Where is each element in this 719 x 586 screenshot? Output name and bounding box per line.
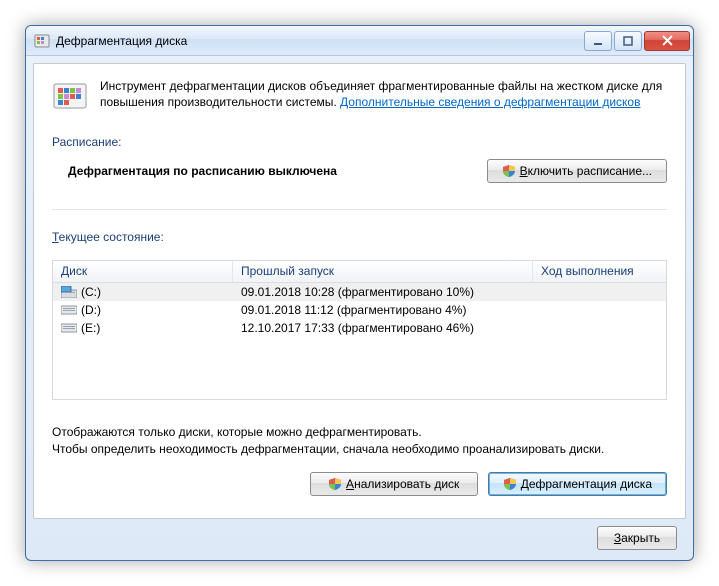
- disk-cell: (C:): [61, 285, 225, 299]
- table-row[interactable]: (E:) 12.10.2017 17:33 (фрагментировано 46…: [53, 319, 666, 337]
- drive-icon: [61, 286, 77, 298]
- disk-name: (D:): [81, 303, 101, 317]
- enable-schedule-label: Включить расписание...: [520, 164, 652, 178]
- divider: [52, 209, 667, 210]
- shield-icon: [502, 164, 516, 178]
- defrag-icon: [52, 78, 88, 117]
- close-window-button[interactable]: [644, 31, 690, 51]
- disk-cell: (D:): [61, 303, 225, 317]
- learn-more-link[interactable]: Дополнительные сведения о дефрагментации…: [340, 95, 640, 109]
- disk-name: (E:): [81, 321, 100, 335]
- window-controls: [584, 31, 690, 51]
- disk-table: Диск Прошлый запуск Ход выполнения (C:) 0…: [52, 260, 667, 400]
- disk-last-run: 09.01.2018 11:12 (фрагментировано 4%): [233, 303, 533, 317]
- schedule-status: Дефрагментация по расписанию выключена: [52, 164, 337, 178]
- disk-last-run: 12.10.2017 17:33 (фрагментировано 46%): [233, 321, 533, 335]
- column-progress[interactable]: Ход выполнения: [533, 261, 666, 282]
- footer: Закрыть: [26, 526, 693, 560]
- window-title: Дефрагментация диска: [56, 34, 584, 48]
- column-disk[interactable]: Диск: [53, 261, 233, 282]
- action-buttons: Анализировать диск Дефрагментация диска: [52, 472, 667, 496]
- titlebar[interactable]: Дефрагментация диска: [26, 26, 693, 56]
- shield-icon: [328, 477, 342, 491]
- defrag-label: Дефрагментация диска: [521, 477, 652, 491]
- defrag-button[interactable]: Дефрагментация диска: [488, 472, 667, 496]
- close-label: Закрыть: [614, 531, 660, 545]
- help-line-1: Отображаются только диски, которые можно…: [52, 424, 667, 441]
- close-button[interactable]: Закрыть: [597, 526, 677, 550]
- defrag-window: Дефрагментация диска: [25, 25, 694, 561]
- analyze-label: Анализировать диск: [346, 477, 459, 491]
- table-body: (C:) 09.01.2018 10:28 (фрагментировано 10…: [53, 283, 666, 337]
- shield-icon: [503, 477, 517, 491]
- table-row[interactable]: (D:) 09.01.2018 11:12 (фрагментировано 4%…: [53, 301, 666, 319]
- disk-cell: (E:): [61, 321, 225, 335]
- schedule-label: Расписание:: [52, 135, 667, 149]
- minimize-button[interactable]: [584, 31, 612, 51]
- maximize-button[interactable]: [614, 31, 642, 51]
- column-last-run[interactable]: Прошлый запуск: [233, 261, 533, 282]
- app-icon: [34, 33, 50, 49]
- disk-last-run: 09.01.2018 10:28 (фрагментировано 10%): [233, 285, 533, 299]
- analyze-button[interactable]: Анализировать диск: [310, 472, 478, 496]
- table-header: Диск Прошлый запуск Ход выполнения: [53, 261, 666, 283]
- current-state-label: Текущее состояние:: [52, 230, 667, 244]
- schedule-row: Дефрагментация по расписанию выключена В…: [52, 159, 667, 183]
- disk-name: (C:): [81, 285, 101, 299]
- intro-section: Инструмент дефрагментации дисков объедин…: [52, 78, 667, 117]
- enable-schedule-button[interactable]: Включить расписание...: [487, 159, 667, 183]
- client-area: Инструмент дефрагментации дисков объедин…: [33, 63, 686, 519]
- drive-icon: [61, 304, 77, 316]
- help-text: Отображаются только диски, которые можно…: [52, 424, 667, 458]
- help-line-2: Чтобы определить неоходимость дефрагмент…: [52, 441, 667, 458]
- intro-text: Инструмент дефрагментации дисков объедин…: [100, 78, 667, 117]
- drive-icon: [61, 322, 77, 334]
- table-row[interactable]: (C:) 09.01.2018 10:28 (фрагментировано 10…: [53, 283, 666, 301]
